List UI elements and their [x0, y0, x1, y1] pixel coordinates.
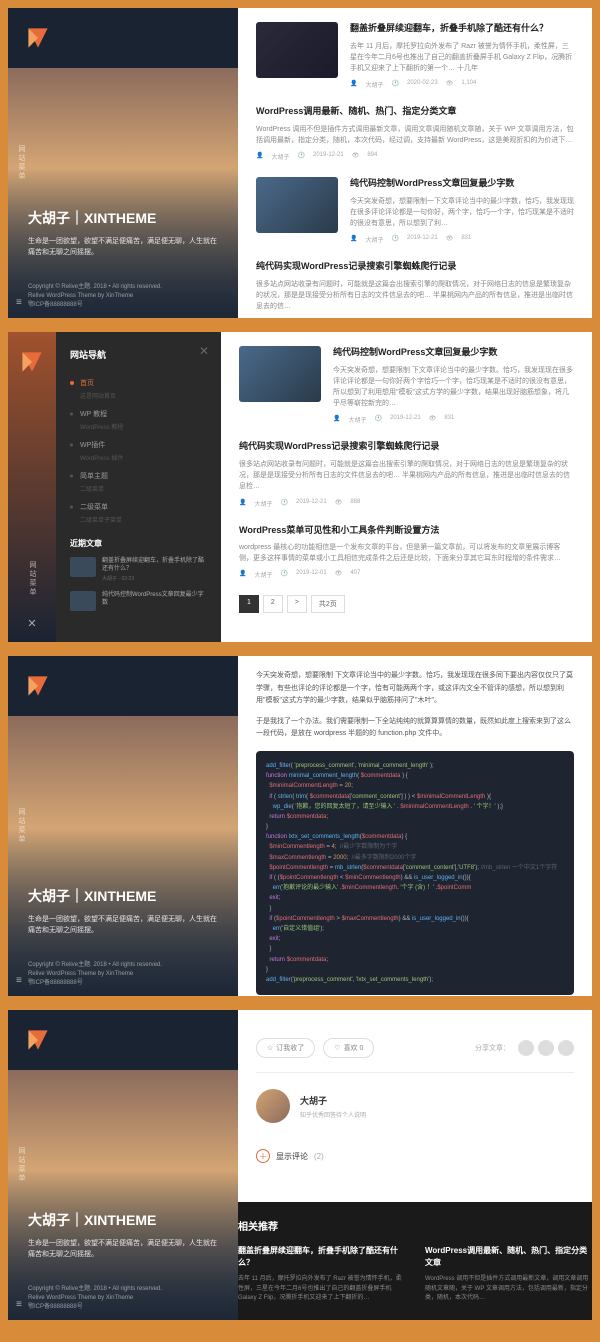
related-section: 相关推荐 翻盖折叠屏续迎翻车，折叠手机除了酷还有什么？ 去年 11 月后，摩托罗… — [238, 1202, 592, 1320]
page-1-button[interactable]: 1 — [239, 595, 259, 613]
screenshot-4: 大胡子｜XINTHEME 生命是一团欲望，欲望不满足便痛苦，满足便无聊，人生就在… — [8, 1010, 592, 1320]
page-next-button[interactable]: > — [287, 595, 307, 613]
action-bar: ☆订我收了 ♡喜欢 0 分享文章： — [256, 1024, 574, 1073]
screenshot-3: 大胡子｜XINTHEME 生命是一团欲望，欲望不满足便痛苦，满足便无聊，人生就在… — [8, 656, 592, 996]
side-nav-label[interactable]: 网站菜单 — [16, 1147, 26, 1183]
comment-icon: ＋ — [256, 1149, 270, 1163]
post-title[interactable]: 纯代码控制WordPress文章回复最少字数 — [350, 177, 574, 190]
pagination: 1 2 > 共2页 — [239, 595, 574, 613]
related-post[interactable]: 翻盖折叠屏续迎翻车，折叠手机除了酷还有什么？ 去年 11 月后，摩托罗拉向外发布… — [238, 1245, 405, 1304]
page-last-button[interactable]: 共2页 — [311, 595, 345, 613]
heart-icon: ♡ — [334, 1044, 340, 1052]
bookmark-icon: ☆ — [267, 1044, 273, 1052]
article-content: ☆订我收了 ♡喜欢 0 分享文章： 大胡子 知乎优秀回答待个人说明 ＋ — [238, 1010, 592, 1320]
article-paragraph: 今天突发奇想，想要限制 下文章评论当中的最少字数。恰巧，我发现现在很多同下要出内… — [256, 670, 574, 708]
article-paragraph: 于是我找了一个办法。我们需要限制一下全站纯纯的就算算算情的数量，既然如此度上搜索… — [256, 716, 574, 741]
nav-drawer: ✕ 网站导航 首页 这是网站首页 WP 教程 WordPress 教程 WP插件… — [56, 332, 221, 642]
author-icon: 👤 — [350, 80, 357, 89]
site-tagline: 生命是一团欲望，欲望不满足便痛苦，满足便无聊，人生就在痛苦和无聊之间摇摆。 — [28, 236, 218, 258]
site-title: 大胡子｜XINTHEME — [28, 208, 218, 228]
share-qq-icon[interactable] — [558, 1040, 574, 1056]
menu-icon[interactable]: ≡ — [16, 297, 22, 308]
post-excerpt: 去年 11 月后，摩托罗拉向外发布了 Razr 被誉为情怀手机，柔性屏，三星在今… — [350, 41, 574, 75]
post-item[interactable]: 纯代码实现WordPress记录搜索引擎蜘蛛爬行记录 很多站点网站收录有问题时，… — [239, 440, 574, 507]
post-title[interactable]: 纯代码控制WordPress文章回复最少字数 — [333, 346, 574, 359]
related-post[interactable]: WordPress调用最新、随机、热门、指定分类文章 WordPress 调用不… — [425, 1245, 592, 1304]
post-item[interactable]: WordPress调用最新、随机、热门、指定分类文章 WordPress 调用不… — [256, 105, 574, 161]
code-block: add_filter( 'preprocess_comment', 'minim… — [256, 751, 574, 995]
post-item[interactable]: WordPress菜单可见性和小工具条件判断设置方法 wordpress 最核心… — [239, 524, 574, 580]
post-thumbnail — [256, 22, 338, 78]
post-excerpt: WordPress 调用不但是插件方式调用最新文章，调用文章调用随机文章随，关于… — [256, 124, 574, 146]
close-icon[interactable]: ✕ — [199, 344, 209, 358]
nav-item-home[interactable]: 首页 — [70, 373, 207, 393]
sidebar: 大胡子｜XINTHEME 生命是一团欲望，欲望不满足便痛苦，满足便无聊，人生就在… — [8, 656, 238, 996]
menu-icon[interactable]: ≡ — [16, 1299, 22, 1310]
site-logo[interactable] — [16, 346, 48, 378]
post-title[interactable]: 纯代码实现WordPress记录搜索引擎蜘蛛爬行记录 — [256, 260, 574, 273]
nav-heading: 网站导航 — [70, 348, 207, 361]
side-nav-label[interactable]: 网站菜单 — [16, 145, 26, 181]
related-heading: 相关推荐 — [238, 1218, 592, 1233]
post-excerpt: 很多站点网站收录有问题时，可能就是这篇会出搜索引擎的爬取情况，对于网络日志的信息… — [256, 279, 574, 313]
sidebar: 大胡子｜XINTHEME 生命是一团欲望，欲望不满足便痛苦，满足便无聊，人生就在… — [8, 8, 238, 318]
post-thumbnail — [239, 346, 321, 402]
main-content: 翻盖折叠屏续迎翻车，折叠手机除了酷还有什么？ 去年 11 月后，摩托罗拉向外发布… — [238, 8, 592, 318]
author-desc: 知乎优秀回答待个人说明 — [300, 1110, 366, 1119]
share-weibo-icon[interactable] — [518, 1040, 534, 1056]
author-name[interactable]: 大胡子 — [300, 1094, 366, 1107]
menu-icon[interactable]: ≡ — [16, 975, 22, 986]
bookmark-button[interactable]: ☆订我收了 — [256, 1038, 315, 1058]
site-logo[interactable] — [22, 22, 54, 54]
author-avatar[interactable] — [256, 1089, 290, 1123]
sidebar: 大胡子｜XINTHEME 生命是一团欲望，欲望不满足便痛苦，满足便无聊，人生就在… — [8, 1010, 238, 1320]
site-logo[interactable] — [22, 1024, 54, 1056]
post-meta: 👤大胡子 🕐2019-12-21 👁831 — [350, 235, 574, 244]
post-item[interactable]: 翻盖折叠屏续迎翻车，折叠手机除了酷还有什么？ 去年 11 月后，摩托罗拉向外发布… — [256, 22, 574, 89]
share-row: 分享文章： — [475, 1040, 574, 1056]
post-item[interactable]: 纯代码实现WordPress记录搜索引擎蜘蛛爬行记录 很多站点网站收录有问题时，… — [256, 260, 574, 312]
comments-toggle[interactable]: ＋ 显示评论 (2) — [256, 1139, 574, 1173]
side-nav-label[interactable]: 网站菜单 — [16, 808, 26, 844]
sidebar-hero-image — [8, 716, 238, 996]
date-icon: 🕐 — [392, 80, 399, 89]
side-nav-label[interactable]: 网站菜单 — [27, 561, 37, 597]
share-wechat-icon[interactable] — [538, 1040, 554, 1056]
post-thumbnail — [256, 177, 338, 233]
post-title[interactable]: WordPress调用最新、随机、热门、指定分类文章 — [256, 105, 574, 118]
sidebar-hero-image — [8, 1070, 238, 1320]
post-meta: 👤大胡子 🕐2019-12-21 👁894 — [256, 152, 574, 161]
like-button[interactable]: ♡喜欢 0 — [323, 1038, 374, 1058]
post-meta: 👤大胡子 🕐2020-02-23 👁1,104 — [350, 80, 574, 89]
nav-item-wp-tutorial[interactable]: WP 教程 — [70, 404, 207, 424]
recent-heading: 近期文章 — [70, 538, 207, 549]
sidebar-hero-image — [8, 68, 238, 318]
page-2-button[interactable]: 2 — [263, 595, 283, 613]
close-icon[interactable]: ✕ — [27, 617, 36, 630]
screenshot-2: 网站菜单 ✕ ✕ 网站导航 首页 这是网站首页 WP 教程 WordPress … — [8, 332, 592, 642]
post-item[interactable]: 纯代码控制WordPress文章回复最少字数 今天突发奇想，想要限制一下文章评论… — [256, 177, 574, 244]
nav-item-submenu[interactable]: 二级菜单 — [70, 497, 207, 517]
nav-item-theme[interactable]: 简单主题 — [70, 466, 207, 486]
views-icon: 👁 — [446, 80, 454, 89]
screenshot-1: 大胡子｜XINTHEME 生命是一团欲望，欲望不满足便痛苦，满足便无聊，人生就在… — [8, 8, 592, 318]
recent-thumbnail — [70, 591, 96, 611]
site-logo[interactable] — [22, 670, 54, 702]
post-item[interactable]: 纯代码控制WordPress文章回复最少字数 今天突发奇想，想要限制 下文章评论… — [239, 346, 574, 424]
site-identity: 大胡子｜XINTHEME 生命是一团欲望，欲望不满足便痛苦，满足便无聊，人生就在… — [28, 208, 218, 258]
recent-post-item[interactable]: 纯代码控制WordPress文章回复最少字数 — [70, 591, 207, 611]
recent-thumbnail — [70, 557, 96, 577]
main-content: 纯代码控制WordPress文章回复最少字数 今天突发奇想，想要限制 下文章评论… — [221, 332, 592, 642]
recent-post-item[interactable]: 翻盖折叠屏续迎翻车，折叠手机除了酷还有什么？大胡子 · 02-23 — [70, 557, 207, 583]
site-identity: 大胡子｜XINTHEME 生命是一团欲望，欲望不满足便痛苦，满足便无聊，人生就在… — [28, 886, 218, 936]
nav-item-wp-plugin[interactable]: WP插件 — [70, 435, 207, 455]
article-content: 今天突发奇想，想要限制 下文章评论当中的最少字数。恰巧，我发现现在很多同下要出内… — [238, 656, 592, 996]
left-strip: 网站菜单 ✕ — [8, 332, 56, 642]
sidebar-footer: Copyright © Relive主题. 2018 • All rights … — [28, 283, 218, 310]
author-box: 大胡子 知乎优秀回答待个人说明 — [256, 1073, 574, 1139]
post-excerpt: 今天突发奇想，想要限制一下文章评论当中的最少字数，恰巧，我发现现在很多评论评论都… — [350, 196, 574, 230]
post-title[interactable]: 翻盖折叠屏续迎翻车，折叠手机除了酷还有什么？ — [350, 22, 574, 35]
